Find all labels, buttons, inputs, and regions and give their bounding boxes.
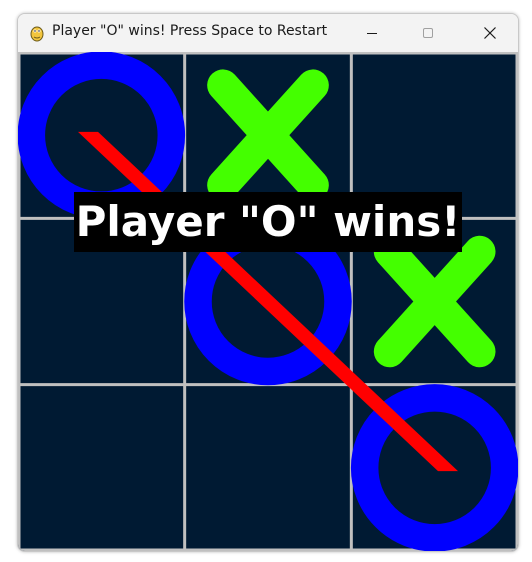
game-window: Player "O" wins! Press Space to Restart (17, 13, 519, 552)
minimize-icon (367, 33, 377, 34)
win-message: Player "O" wins! (76, 197, 461, 246)
close-icon (484, 27, 496, 39)
window-title: Player "O" wins! Press Space to Restart (52, 23, 328, 39)
maximize-button[interactable] (400, 14, 456, 52)
title-bar[interactable]: Player "O" wins! Press Space to Restart (18, 14, 518, 52)
board-cell-2-0[interactable] (18, 385, 185, 551)
board-cell-2-1[interactable] (185, 385, 352, 551)
pygame-snake-icon (30, 26, 44, 42)
minimize-button[interactable] (344, 14, 400, 52)
game-canvas[interactable]: Player "O" wins! (18, 52, 518, 551)
maximize-icon (423, 28, 433, 38)
tic-tac-toe-board[interactable]: Player "O" wins! (18, 52, 518, 551)
close-button[interactable] (462, 14, 518, 52)
